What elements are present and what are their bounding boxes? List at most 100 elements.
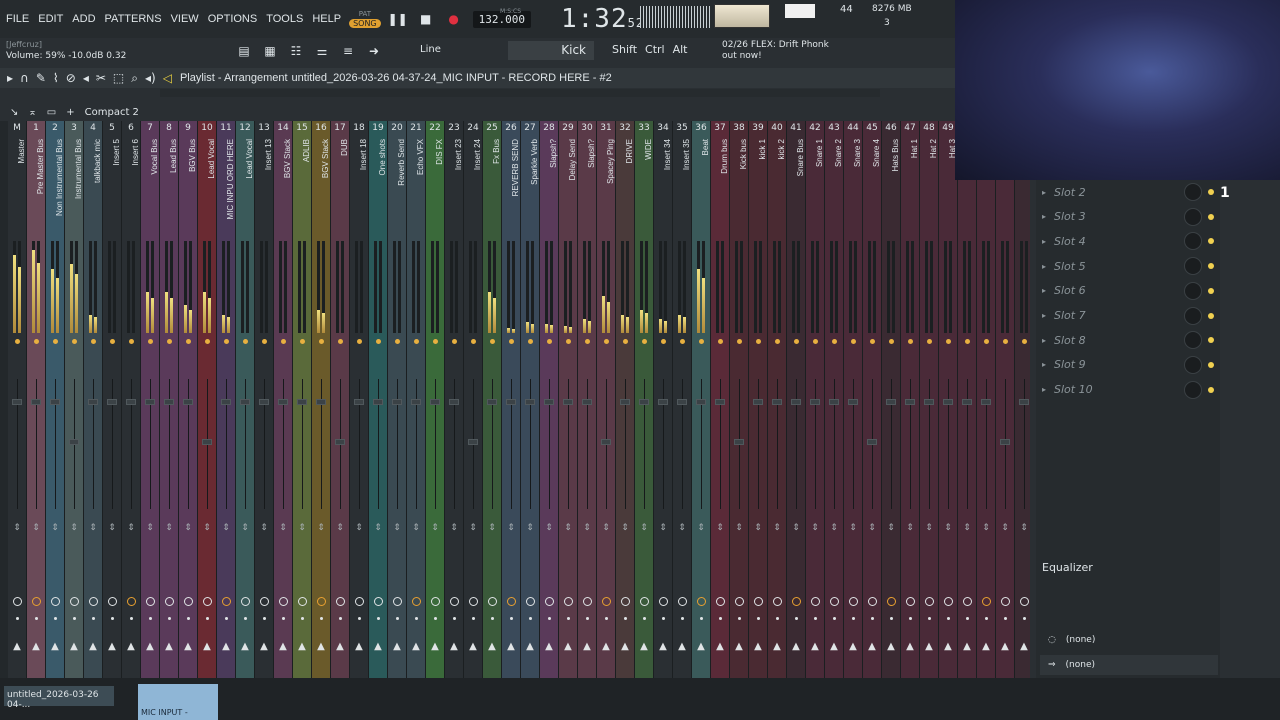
effect-slot[interactable]: ▸ Slot 10 <box>1042 378 1214 402</box>
send-arrow-icon[interactable]: ▲ <box>483 641 501 652</box>
volume-fader-handle[interactable] <box>354 399 364 405</box>
route-dot[interactable] <box>585 617 589 620</box>
volume-fader-handle[interactable] <box>791 399 801 405</box>
route-dot[interactable] <box>243 617 247 620</box>
volume-fader-handle[interactable] <box>164 399 174 405</box>
stereo-separation-icon[interactable]: ⇕ <box>8 523 26 533</box>
route-dot[interactable] <box>72 617 76 620</box>
stereo-separation-icon[interactable]: ⇕ <box>350 523 368 533</box>
mixer-insert-strip[interactable]: 31 Spacey Ping ⇕ ▲ <box>597 121 616 678</box>
pan-knob[interactable] <box>848 597 858 606</box>
pan-knob[interactable] <box>373 597 383 606</box>
mixer-insert-strip[interactable]: 26 REVERB SEND ⇕ ▲ <box>502 121 521 678</box>
route-dot[interactable] <box>281 617 285 620</box>
send-arrow-icon[interactable]: ▲ <box>806 641 824 652</box>
stereo-separation-icon[interactable]: ⇕ <box>160 523 178 533</box>
insert-enable-led[interactable] <box>489 339 495 344</box>
send-arrow-icon[interactable]: ▲ <box>920 641 938 652</box>
mixer-insert-strip[interactable]: 25 Fx Bus ⇕ ▲ <box>483 121 502 678</box>
slot-enable-led[interactable] <box>1208 337 1214 344</box>
insert-enable-led[interactable] <box>926 339 932 344</box>
route-dot[interactable] <box>832 617 836 620</box>
route-dot[interactable] <box>452 617 456 620</box>
send-arrow-icon[interactable]: ▲ <box>502 641 520 652</box>
insert-enable-led[interactable] <box>1021 339 1027 344</box>
pan-knob[interactable] <box>430 597 440 606</box>
volume-fader-handle[interactable] <box>126 399 136 405</box>
slot-mix-knob[interactable] <box>1184 207 1202 226</box>
mixer-insert-strip[interactable]: M Master ⇕ ▲ <box>8 121 27 678</box>
mixer-insert-strip[interactable]: Perc Bus⇕▲ <box>1015 121 1030 678</box>
mixer-insert-strip[interactable]: 17 DUB ⇕ ▲ <box>331 121 350 678</box>
insert-enable-led[interactable] <box>869 339 875 344</box>
route-dot[interactable] <box>186 617 190 620</box>
route-dot[interactable] <box>927 617 931 620</box>
slot-mix-knob[interactable] <box>1184 257 1202 276</box>
stereo-separation-icon[interactable]: ⇕ <box>654 523 672 533</box>
stereo-separation-icon[interactable]: ⇕ <box>768 523 786 533</box>
send-arrow-icon[interactable]: ▲ <box>768 641 786 652</box>
stereo-separation-icon[interactable]: ⇕ <box>825 523 843 533</box>
slice-icon[interactable]: ✂ <box>96 71 106 85</box>
stereo-separation-icon[interactable]: ⇕ <box>407 523 425 533</box>
insert-enable-led[interactable] <box>603 339 609 344</box>
menu-item-options[interactable]: OPTIONS <box>208 13 258 25</box>
insert-enable-led[interactable] <box>14 339 20 344</box>
mixer-insert-strip[interactable]: 15 ADLIB ⇕ ▲ <box>293 121 312 678</box>
volume-fader-handle[interactable] <box>905 399 915 405</box>
mixer-pin-icon[interactable]: ⌅ <box>28 107 36 118</box>
mixer-insert-strip[interactable]: 40 kick 2 ⇕ ▲ <box>768 121 787 678</box>
send-arrow-icon[interactable]: ▲ <box>825 641 843 652</box>
mixer-insert-strip[interactable]: 33 WIDE ⇕ ▲ <box>635 121 654 678</box>
playlist-overview[interactable] <box>160 89 880 97</box>
mixer-arrow-icon[interactable]: ↘ <box>10 107 18 118</box>
mixer-insert-strip[interactable]: 6 Insert 6 ⇕ ▲ <box>122 121 141 678</box>
mixer-insert-strip[interactable]: 45 Snare 4 ⇕ ▲ <box>863 121 882 678</box>
mixer-insert-strip[interactable]: 36 Beat ⇕ ▲ <box>692 121 711 678</box>
brush-icon[interactable]: ⌇ <box>53 71 59 85</box>
mixer-insert-strip[interactable]: 39 kick 1 ⇕ ▲ <box>749 121 768 678</box>
stereo-separation-icon[interactable]: ⇕ <box>958 523 976 533</box>
slot-mix-knob[interactable] <box>1184 281 1202 300</box>
insert-enable-led[interactable] <box>356 339 362 344</box>
route-dot[interactable] <box>414 617 418 620</box>
route-dot[interactable] <box>813 617 817 620</box>
volume-fader-handle[interactable] <box>810 399 820 405</box>
mixer-window-icon[interactable]: ▭ <box>47 107 56 118</box>
route-dot[interactable] <box>908 617 912 620</box>
send-arrow-icon[interactable]: ▲ <box>217 641 235 652</box>
stereo-separation-icon[interactable]: ⇕ <box>312 523 330 533</box>
slot-mix-knob[interactable] <box>1184 306 1202 325</box>
volume-fader-handle[interactable] <box>278 399 288 405</box>
mixer-insert-strip[interactable]: 16 BGV Stack ⇕ ▲ <box>312 121 331 678</box>
insert-enable-led[interactable] <box>71 339 77 344</box>
route-dot[interactable] <box>376 617 380 620</box>
volume-fader-handle[interactable] <box>449 399 459 405</box>
pan-knob[interactable] <box>943 597 953 606</box>
route-dot[interactable] <box>34 617 38 620</box>
send-arrow-icon[interactable]: ▲ <box>540 641 558 652</box>
stereo-separation-icon[interactable]: ⇕ <box>331 523 349 533</box>
mixer-insert-strip[interactable]: 8 Lead Bus ⇕ ▲ <box>160 121 179 678</box>
route-dot[interactable] <box>965 617 969 620</box>
stereo-separation-icon[interactable]: ⇕ <box>84 523 102 533</box>
pan-knob[interactable] <box>544 597 554 606</box>
stereo-separation-icon[interactable]: ⇕ <box>559 523 577 533</box>
slot-enable-led[interactable] <box>1208 238 1214 245</box>
insert-enable-led[interactable] <box>261 339 267 344</box>
insert-enable-led[interactable] <box>109 339 115 344</box>
insert-enable-led[interactable] <box>850 339 856 344</box>
stereo-separation-icon[interactable]: ⇕ <box>635 523 653 533</box>
pan-knob[interactable] <box>354 597 364 606</box>
stereo-separation-icon[interactable]: ⇕ <box>920 523 938 533</box>
volume-fader-handle[interactable] <box>658 399 668 405</box>
stereo-separation-icon[interactable]: ⇕ <box>996 523 1014 533</box>
record-button[interactable]: ● <box>443 8 465 30</box>
zoom-icon[interactable]: ⌕ <box>131 71 138 86</box>
route-dot[interactable] <box>395 617 399 620</box>
slot-enable-led[interactable] <box>1208 189 1214 195</box>
insert-enable-led[interactable] <box>375 339 381 344</box>
insert-enable-led[interactable] <box>945 339 951 344</box>
effect-slot[interactable]: ▸ Slot 7 <box>1042 304 1214 328</box>
pan-knob[interactable] <box>962 597 972 606</box>
